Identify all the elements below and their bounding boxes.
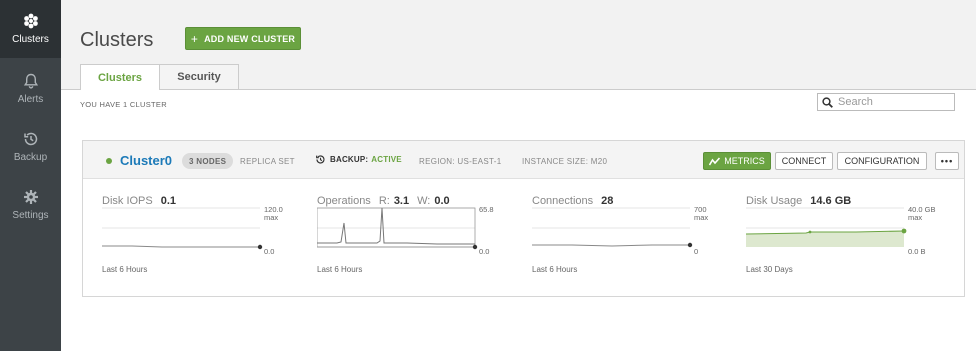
more-options-button[interactable]: •••: [935, 152, 959, 170]
metric-max: 65.8: [479, 205, 494, 214]
connect-button[interactable]: CONNECT: [775, 152, 833, 170]
search-input[interactable]: Search: [817, 93, 955, 111]
cluster-card: Cluster0 3 NODES REPLICA SET BACKUP: ACT…: [82, 140, 965, 297]
backup-active: ACTIVE: [371, 155, 402, 164]
metric-disk-usage[interactable]: Disk Usage 14.6 GB 40.0 GB max 0.0 B Last …: [746, 195, 946, 285]
main-content: YOU HAVE 1 CLUSTER Search Cluster0 3 NOD…: [61, 89, 976, 351]
instance-size-label: INSTANCE SIZE: M20: [522, 157, 608, 166]
metric-operations[interactable]: Operations R: 3.1 W: 0.0 65.8 0.0 Last 6 Hou…: [317, 195, 517, 285]
sidebar-item-label: Clusters: [12, 34, 49, 45]
add-new-cluster-label: ADD NEW CLUSTER: [204, 33, 296, 44]
metric-timespan: Last 6 Hours: [532, 265, 578, 274]
backup-status: BACKUP: ACTIVE: [315, 154, 402, 165]
metric-max: 700 max: [694, 206, 708, 222]
metric-min: 0.0: [264, 247, 275, 256]
cluster-count: YOU HAVE 1 CLUSTER: [80, 100, 167, 109]
metric-max: 120.0 max: [264, 206, 283, 222]
sparkline-chart: [532, 207, 693, 248]
metric-min: 0.0 B: [908, 247, 926, 256]
metric-min: 0.0: [479, 247, 490, 256]
metrics-button[interactable]: METRICS: [703, 152, 771, 170]
metric-timespan: Last 6 Hours: [102, 265, 148, 274]
metric-max-unit: max: [694, 213, 709, 222]
gear-icon: [23, 190, 38, 204]
tab-clusters[interactable]: Clusters: [80, 64, 160, 90]
tab-security[interactable]: Security: [160, 64, 239, 89]
metric-connections[interactable]: Connections 28 700 max 0 Last 6 Hours: [532, 195, 732, 285]
status-dot: [106, 158, 112, 164]
sidebar-item-label: Backup: [13, 152, 48, 163]
metric-max-unit: max: [908, 213, 923, 222]
search-placeholder: Search: [838, 96, 873, 108]
metric-min: 0: [694, 247, 699, 256]
sidebar-item-label: Settings: [12, 210, 49, 221]
search-icon: [822, 96, 833, 108]
add-new-cluster-button[interactable]: + ADD NEW CLUSTER: [185, 27, 301, 50]
history-icon: [23, 132, 37, 146]
metric-max: 40.0 GB max: [908, 206, 936, 222]
region-label: REGION: US-EAST-1: [419, 157, 502, 166]
sidebar-item-settings[interactable]: Settings: [0, 176, 61, 234]
sparkline-chart: [317, 207, 478, 250]
history-icon: [316, 155, 325, 164]
sidebar-item-label: Alerts: [17, 94, 44, 105]
metric-max-unit: max: [264, 213, 279, 222]
metrics-label: METRICS: [724, 156, 765, 166]
bell-icon: [23, 73, 38, 89]
clusters-icon: [23, 13, 38, 29]
sidebar-item-clusters[interactable]: Clusters: [0, 0, 61, 58]
nodes-badge: 3 NODES: [182, 153, 234, 169]
metric-timespan: Last 6 Hours: [317, 265, 363, 274]
sparkline-chart: [746, 207, 907, 247]
cluster-card-header: Cluster0 3 NODES REPLICA SET BACKUP: ACT…: [83, 141, 964, 179]
metric-timespan: Last 30 Days: [746, 265, 793, 274]
chart-line-icon: [709, 156, 721, 165]
metric-disk-iops[interactable]: Disk IOPS 0.1 120.0 max 0.0 Last 6 Hours: [102, 195, 302, 285]
backup-label: BACKUP:: [330, 155, 369, 164]
sidebar-item-alerts[interactable]: Alerts: [0, 60, 61, 118]
sparkline-chart: [102, 207, 263, 250]
cluster-name-link[interactable]: Cluster0: [120, 153, 172, 168]
sidebar-item-backup[interactable]: Backup: [0, 118, 61, 176]
plus-icon: +: [190, 31, 199, 46]
configuration-button[interactable]: CONFIGURATION: [837, 152, 927, 170]
replica-set-label: REPLICA SET: [240, 157, 295, 166]
page-title: Clusters: [80, 29, 154, 51]
sidebar: Clusters Alerts Backup Settings: [0, 0, 61, 351]
